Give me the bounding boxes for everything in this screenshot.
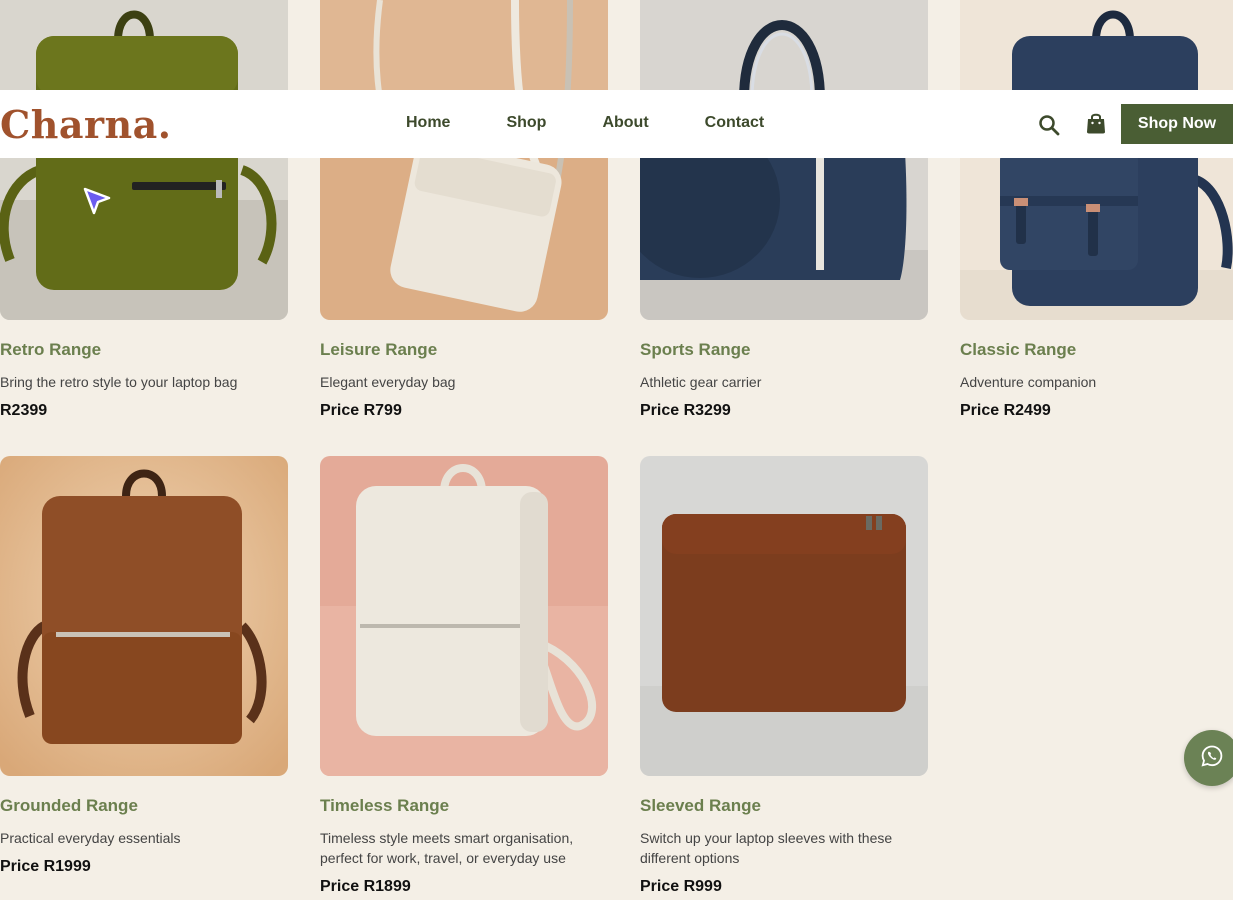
- product-description: Elegant everyday bag: [320, 374, 456, 390]
- product-image[interactable]: [320, 0, 608, 320]
- product-image[interactable]: [960, 0, 1233, 320]
- product-price: R2399: [0, 402, 48, 419]
- product-description: Adventure companion: [960, 374, 1097, 390]
- shop-now-button[interactable]: Shop Now: [1121, 104, 1233, 144]
- product-image[interactable]: [0, 0, 288, 320]
- product-price: Price R1999: [0, 858, 91, 875]
- product-title[interactable]: Leisure Range: [320, 340, 608, 360]
- product-description: Practical everyday essentials: [0, 830, 181, 846]
- product-title[interactable]: Timeless Range: [320, 796, 608, 816]
- product-title[interactable]: Sleeved Range: [640, 796, 928, 816]
- product-card-sleeved[interactable]: Sleeved Range Switch up your laptop slee…: [640, 456, 928, 897]
- product-description: Bring the retro style to your laptop bag: [0, 374, 238, 390]
- main-nav: Home Shop About Contact: [406, 114, 820, 132]
- product-card-leisure[interactable]: Leisure Range Elegant everyday bag Price…: [320, 0, 608, 421]
- whatsapp-icon: [1200, 744, 1224, 773]
- product-description: Athletic gear carrier: [640, 374, 762, 390]
- product-title[interactable]: Grounded Range: [0, 796, 288, 816]
- whatsapp-button[interactable]: [1184, 730, 1233, 786]
- product-description: Timeless style meets smart organisation,…: [320, 830, 574, 866]
- product-price: Price R3299: [640, 402, 731, 419]
- search-icon[interactable]: [1038, 114, 1060, 141]
- product-image[interactable]: [640, 0, 928, 320]
- product-card-classic[interactable]: Classic Range Adventure companion Price …: [960, 0, 1233, 421]
- product-image[interactable]: [320, 456, 608, 776]
- nav-shop[interactable]: Shop: [506, 114, 546, 132]
- product-description: Switch up your laptop sleeves with these…: [640, 830, 893, 866]
- product-price: Price R1899: [320, 878, 411, 895]
- product-title[interactable]: Sports Range: [640, 340, 928, 360]
- product-title[interactable]: Classic Range: [960, 340, 1233, 360]
- nav-home[interactable]: Home: [406, 114, 450, 132]
- product-price: Price R2499: [960, 402, 1051, 419]
- product-card-timeless[interactable]: Timeless Range Timeless style meets smar…: [320, 456, 608, 897]
- site-header: Charna. Home Shop About Contact Shop Now: [0, 90, 1233, 158]
- cursor-pointer-icon: [82, 186, 112, 221]
- product-price: Price R799: [320, 402, 402, 419]
- shopping-bag-icon[interactable]: [1086, 112, 1106, 139]
- product-image[interactable]: [0, 456, 288, 776]
- product-card-retro[interactable]: Retro Range Bring the retro style to you…: [0, 0, 288, 421]
- product-card-grounded[interactable]: Grounded Range Practical everyday essent…: [0, 456, 288, 877]
- product-image[interactable]: [640, 456, 928, 776]
- nav-contact[interactable]: Contact: [705, 114, 765, 132]
- nav-about[interactable]: About: [602, 114, 648, 132]
- product-price: Price R999: [640, 878, 722, 895]
- product-title[interactable]: Retro Range: [0, 340, 288, 360]
- site-logo[interactable]: Charna.: [0, 102, 172, 147]
- product-card-sports[interactable]: Sports Range Athletic gear carrier Price…: [640, 0, 928, 421]
